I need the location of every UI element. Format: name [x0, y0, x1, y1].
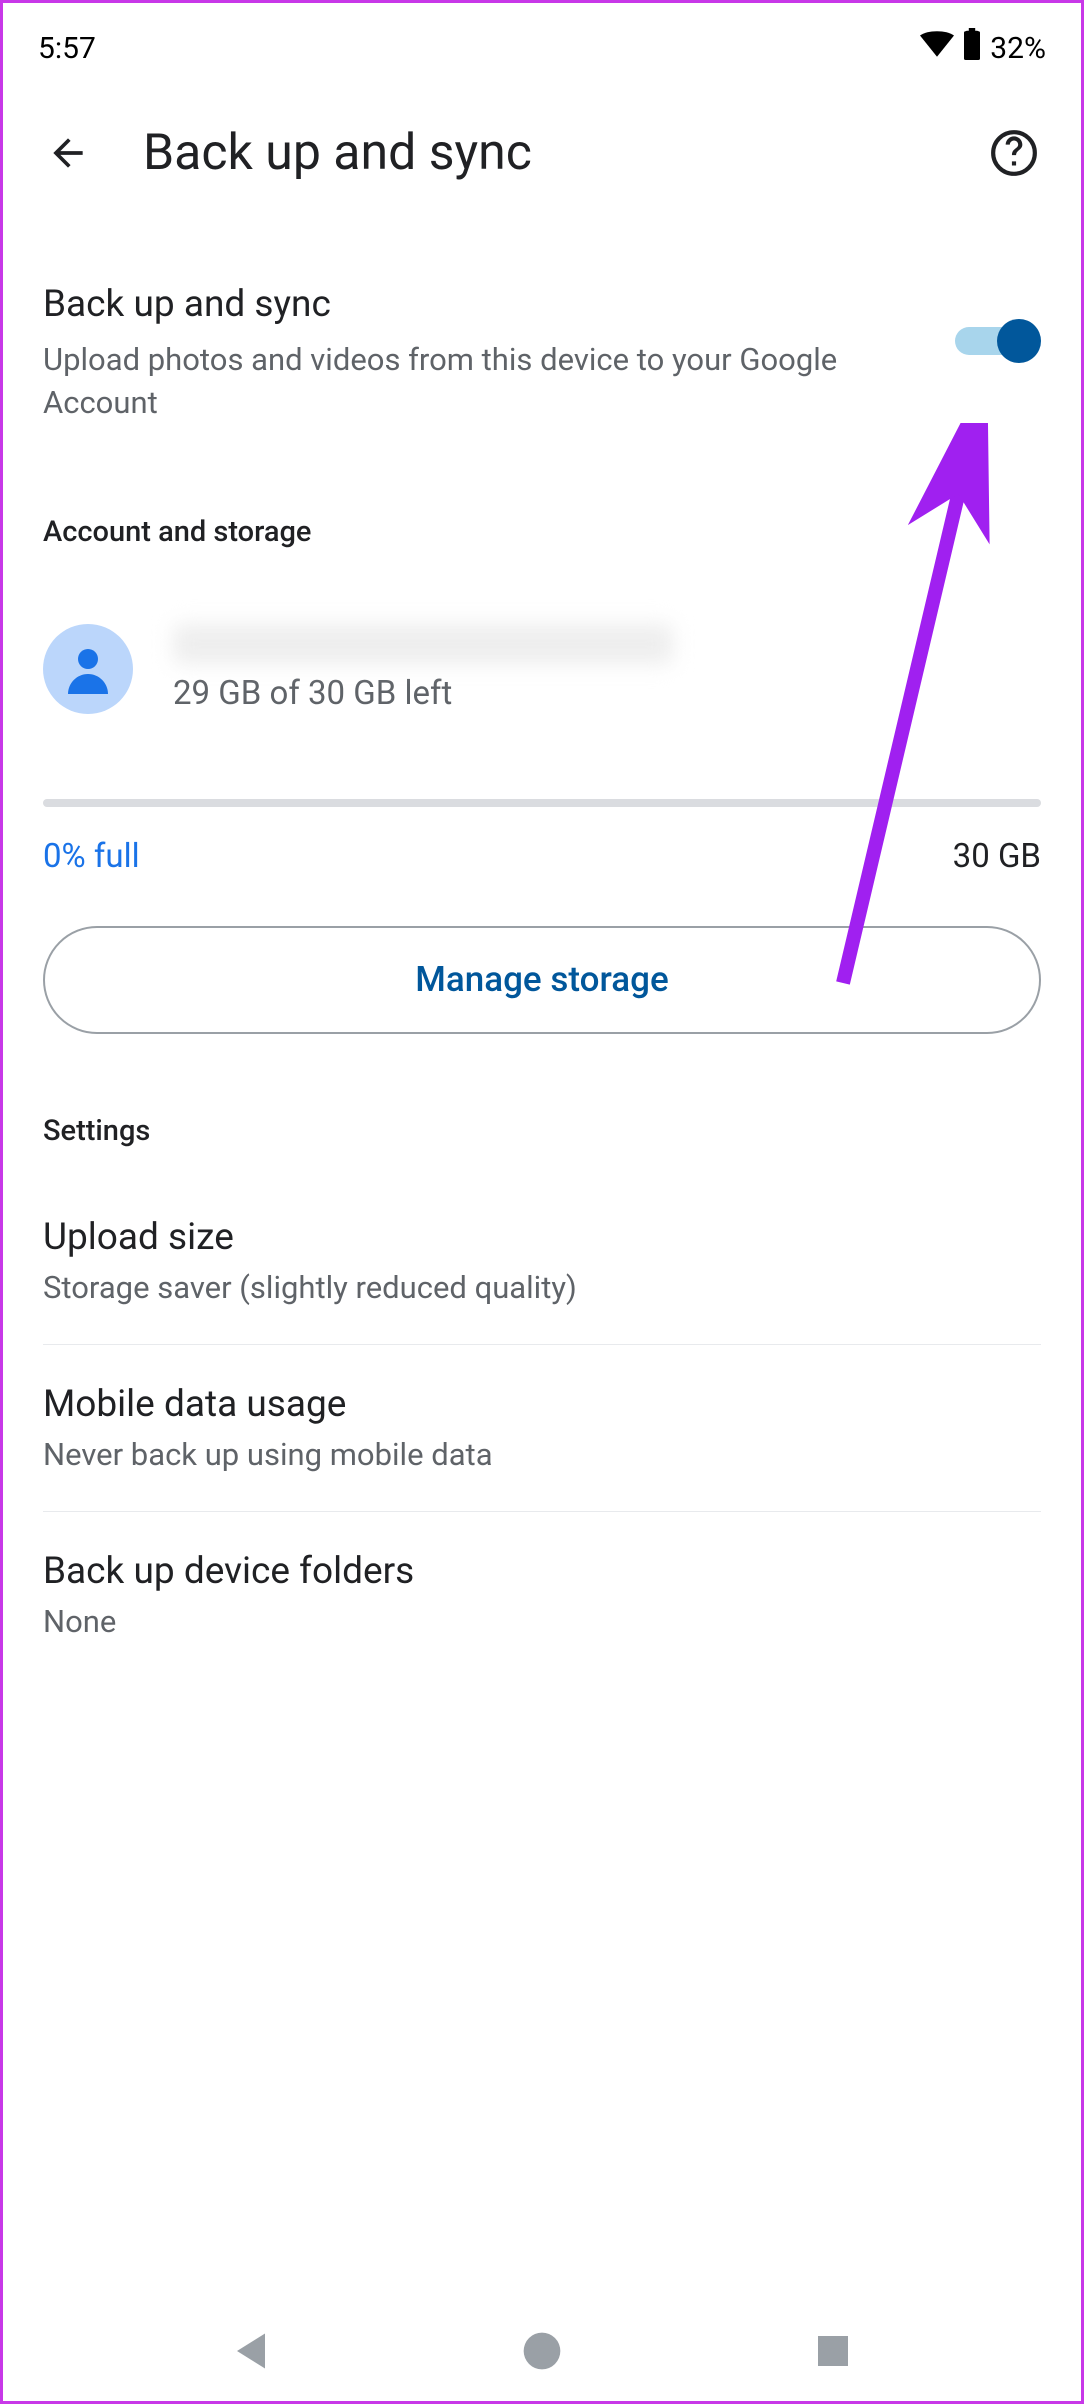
setting-device-folders[interactable]: Back up device folders None [43, 1512, 1041, 1678]
avatar [43, 624, 133, 714]
status-bar: 5:57 32% [3, 3, 1081, 93]
arrow-back-icon [46, 131, 90, 175]
setting-mobile-data[interactable]: Mobile data usage Never back up using mo… [43, 1345, 1041, 1512]
manage-button-label: Manage storage [415, 959, 668, 1000]
help-button[interactable] [987, 126, 1041, 180]
nav-back-icon [233, 2330, 269, 2372]
storage-progress [43, 799, 1041, 807]
status-time: 5:57 [38, 31, 96, 66]
nav-recents-icon [815, 2333, 851, 2369]
account-row[interactable]: 29 GB of 30 GB left [43, 579, 1041, 769]
setting-title: Mobile data usage [43, 1383, 1041, 1426]
battery-icon [962, 28, 982, 68]
setting-title: Back up device folders [43, 1550, 1041, 1593]
total-storage: 30 GB [953, 837, 1041, 876]
backup-switch[interactable] [955, 313, 1041, 369]
storage-left: 29 GB of 30 GB left [173, 674, 1041, 713]
person-icon [58, 639, 118, 699]
page-title: Back up and sync [143, 124, 937, 182]
account-email-redacted [173, 624, 673, 664]
nav-home-button[interactable] [517, 2326, 567, 2376]
switch-thumb [997, 319, 1041, 363]
setting-subtitle: Storage saver (slightly reduced quality) [43, 1269, 1041, 1306]
manage-storage-button[interactable]: Manage storage [43, 926, 1041, 1034]
setting-subtitle: Never back up using mobile data [43, 1436, 1041, 1473]
nav-back-button[interactable] [226, 2326, 276, 2376]
percent-full: 0% full [43, 837, 140, 876]
backup-toggle-row[interactable]: Back up and sync Upload photos and video… [43, 213, 1041, 475]
nav-bar [6, 2301, 1078, 2401]
setting-subtitle: None [43, 1603, 1041, 1640]
nav-recents-button[interactable] [808, 2326, 858, 2376]
nav-home-icon [522, 2331, 562, 2371]
storage-summary: 0% full 30 GB [43, 807, 1041, 926]
setting-title: Upload size [43, 1216, 1041, 1259]
backup-title: Back up and sync [43, 283, 925, 326]
backup-description: Upload photos and videos from this devic… [43, 338, 925, 425]
battery-percent: 32% [990, 31, 1046, 66]
section-account: Account and storage [43, 475, 1041, 579]
status-right: 32% [920, 28, 1046, 68]
setting-upload-size[interactable]: Upload size Storage saver (slightly redu… [43, 1178, 1041, 1345]
help-icon [989, 128, 1039, 178]
back-button[interactable] [43, 128, 93, 178]
section-settings: Settings [43, 1074, 1041, 1178]
wifi-icon [920, 30, 954, 66]
app-bar: Back up and sync [3, 93, 1081, 213]
